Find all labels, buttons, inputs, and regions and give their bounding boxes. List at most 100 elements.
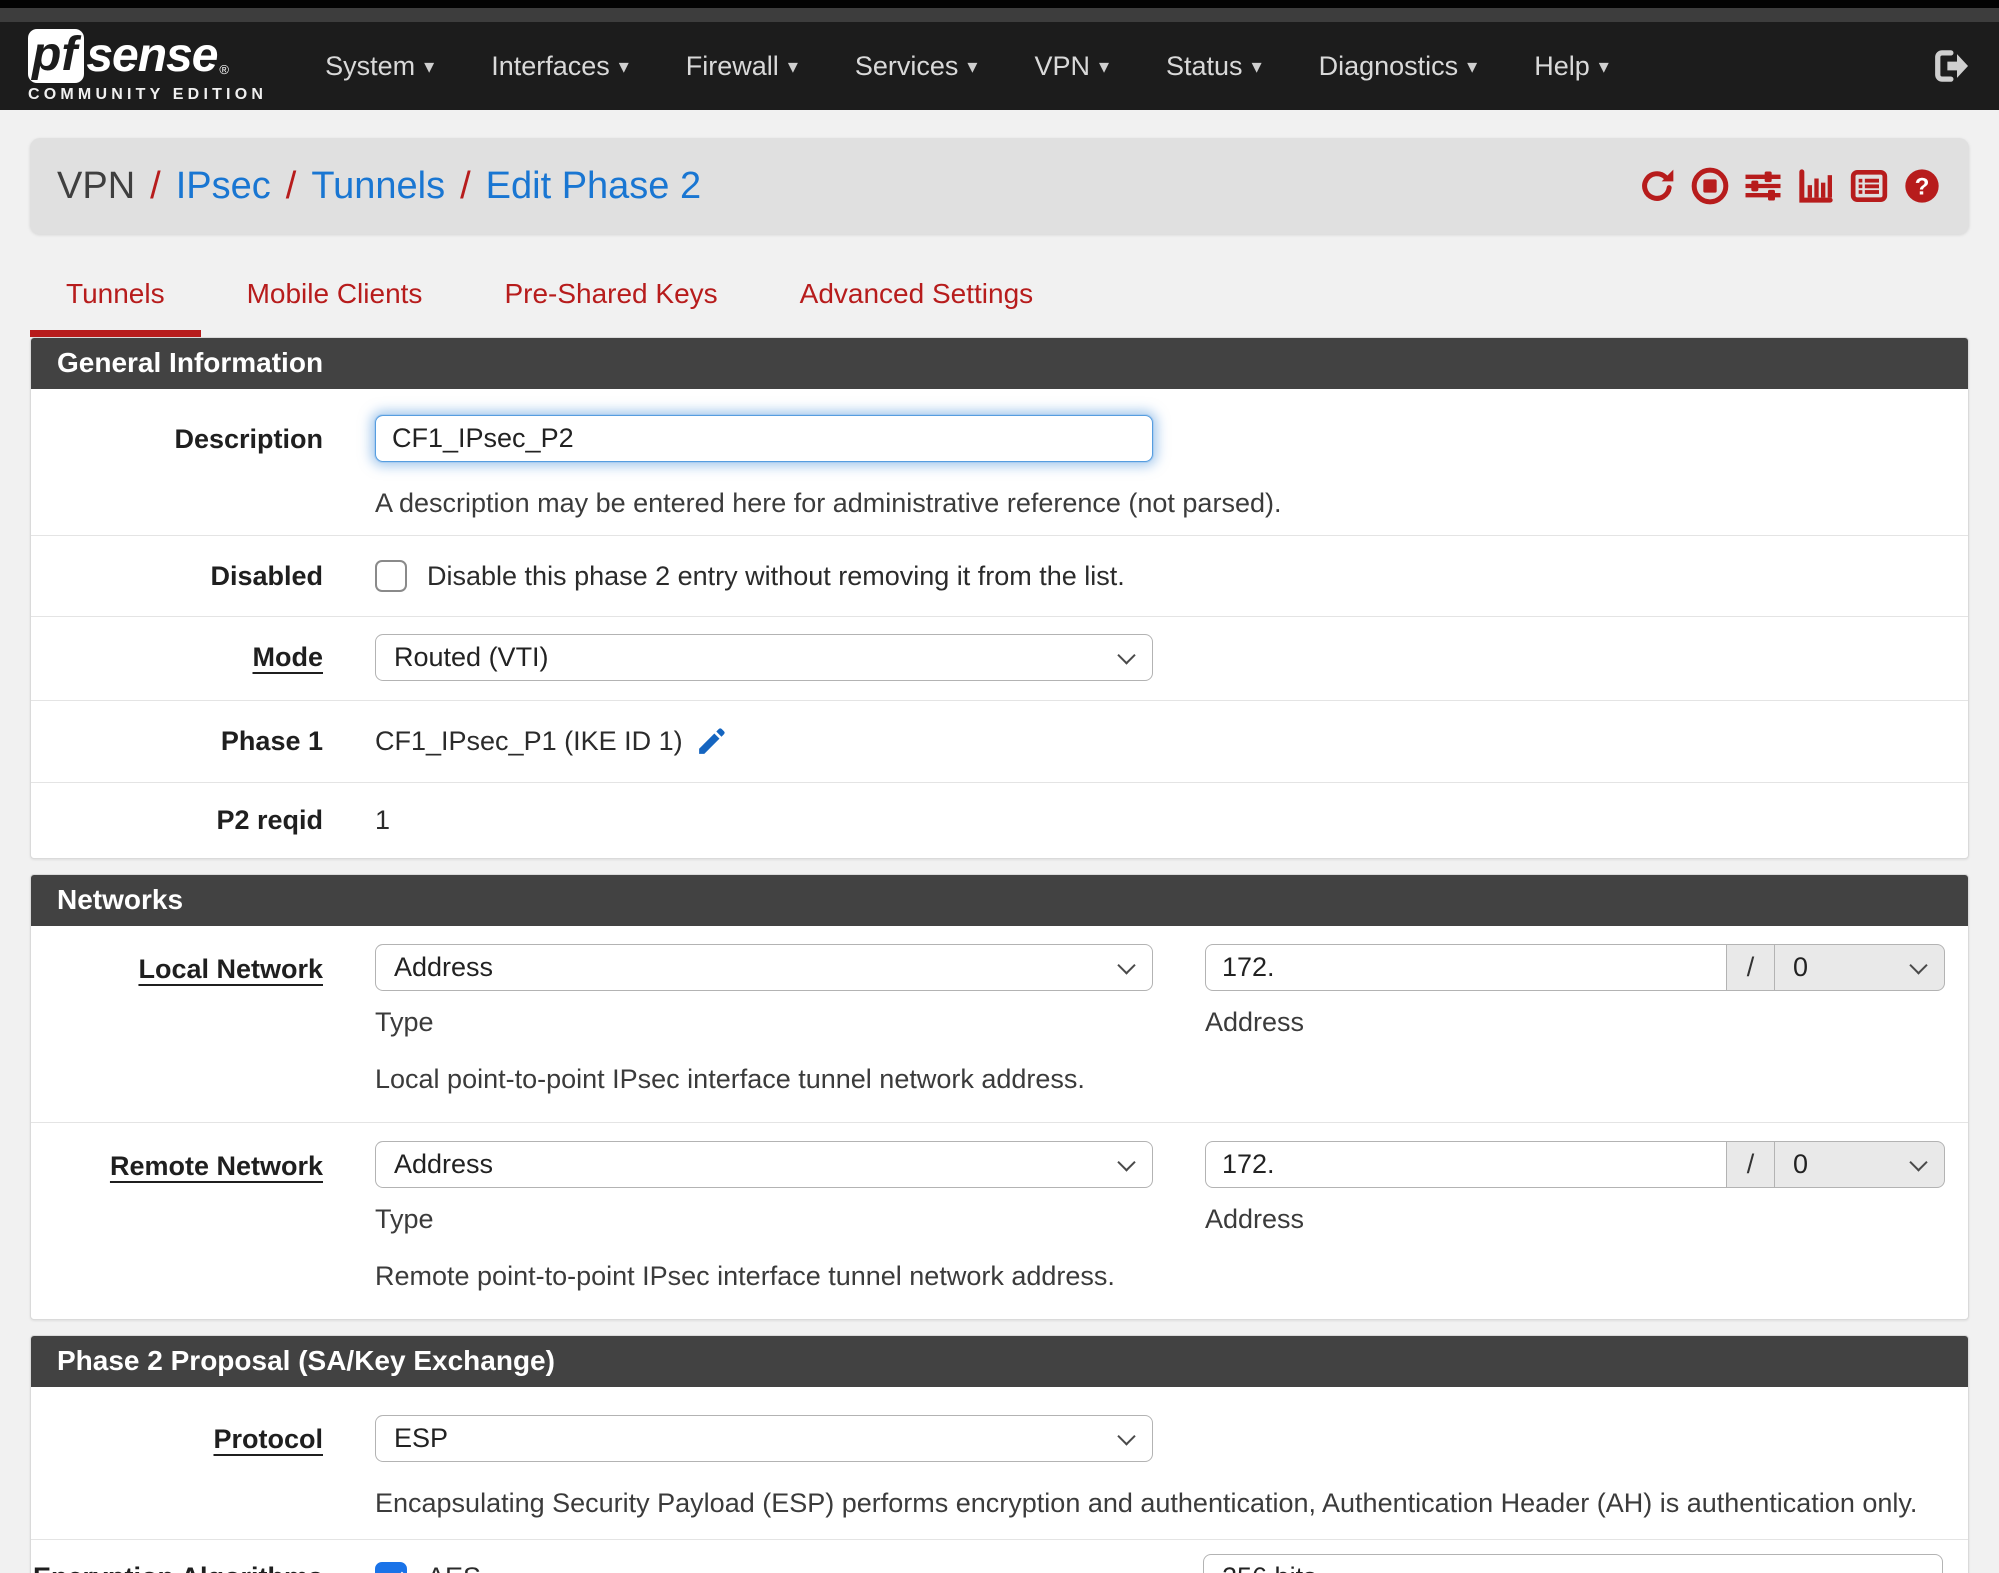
sign-out-icon[interactable] bbox=[1929, 45, 1971, 87]
navbar-menu: System ▾ Interfaces ▾ Firewall ▾ Service… bbox=[325, 51, 1609, 82]
remote-network-prefix-select[interactable]: 0 bbox=[1775, 1141, 1945, 1188]
window-title-strip bbox=[0, 8, 1999, 22]
nav-item-status[interactable]: Status ▾ bbox=[1166, 51, 1262, 82]
row-phase1: Phase 1 CF1_IPsec_P1 (IKE ID 1) bbox=[31, 700, 1968, 782]
local-network-address-caption: Address bbox=[1205, 1007, 1305, 1037]
p2-reqid-value: 1 bbox=[375, 805, 391, 835]
mode-label: Mode bbox=[252, 642, 324, 672]
page-tabs: Tunnels Mobile Clients Pre-Shared Keys A… bbox=[30, 268, 1969, 337]
stop-circle-icon[interactable] bbox=[1690, 166, 1730, 206]
sliders-icon[interactable] bbox=[1743, 166, 1783, 206]
section-title: Networks bbox=[31, 875, 1968, 926]
logo-subtitle: COMMUNITY EDITION bbox=[28, 86, 268, 103]
chevron-down-icon: ▾ bbox=[1251, 55, 1262, 78]
nav-item-diagnostics[interactable]: Diagnostics ▾ bbox=[1319, 51, 1478, 82]
protocol-select[interactable]: ESP bbox=[375, 1415, 1153, 1462]
logo-registered-mark: ® bbox=[219, 62, 230, 77]
remote-network-type-value: Address bbox=[394, 1149, 494, 1179]
protocol-help: Encapsulating Security Payload (ESP) per… bbox=[375, 1488, 1918, 1518]
chevron-down-icon bbox=[1909, 955, 1928, 975]
tab-pre-shared-keys[interactable]: Pre-Shared Keys bbox=[468, 268, 753, 337]
chevron-down-icon: ▾ bbox=[618, 55, 629, 78]
local-network-type-caption: Type bbox=[375, 1007, 434, 1037]
nav-item-vpn[interactable]: VPN ▾ bbox=[1034, 51, 1109, 82]
nav-item-label: VPN bbox=[1034, 50, 1090, 81]
p2-reqid-label: P2 reqid bbox=[216, 805, 323, 835]
disabled-checkbox[interactable] bbox=[375, 560, 407, 592]
breadcrumb-tunnels-link[interactable]: Tunnels bbox=[311, 165, 445, 208]
nav-item-system[interactable]: System ▾ bbox=[325, 51, 434, 82]
local-network-type-value: Address bbox=[394, 952, 494, 982]
nav-item-label: System bbox=[325, 50, 416, 81]
breadcrumb-separator: / bbox=[460, 164, 471, 207]
breadcrumb: VPN / IPsec / Tunnels / Edit Phase 2 bbox=[57, 165, 701, 208]
local-network-label: Local Network bbox=[138, 954, 323, 984]
row-disabled: Disabled Disable this phase 2 entry with… bbox=[31, 535, 1968, 616]
nav-item-label: Help bbox=[1534, 50, 1590, 81]
refresh-icon[interactable] bbox=[1637, 166, 1677, 206]
nav-item-services[interactable]: Services ▾ bbox=[855, 51, 978, 82]
nav-item-label: Firewall bbox=[685, 50, 779, 81]
aes-checkbox[interactable] bbox=[375, 1561, 407, 1573]
description-help: A description may be entered here for ad… bbox=[375, 488, 1282, 518]
breadcrumb-ipsec-link[interactable]: IPsec bbox=[176, 165, 271, 208]
disabled-checkbox-label: Disable this phase 2 entry without remov… bbox=[427, 560, 1125, 591]
bar-chart-icon[interactable] bbox=[1796, 166, 1836, 206]
chevron-down-icon bbox=[1909, 1152, 1928, 1172]
chevron-down-icon bbox=[1117, 1426, 1136, 1446]
local-network-help: Local point-to-point IPsec interface tun… bbox=[375, 1064, 1085, 1094]
nav-item-label: Interfaces bbox=[491, 50, 610, 81]
chevron-down-icon: ▾ bbox=[967, 55, 978, 78]
row-encryption-aes: Encryption Algorithms AES 256 bits bbox=[31, 1539, 1968, 1573]
breadcrumb-edit-phase2-link[interactable]: Edit Phase 2 bbox=[486, 165, 701, 208]
chevron-down-icon bbox=[1907, 1565, 1926, 1573]
remote-network-prefix-value: 0 bbox=[1793, 1149, 1809, 1179]
aes-keylen-select[interactable]: 256 bits bbox=[1203, 1554, 1943, 1573]
pfsense-logo[interactable]: pf sense ® COMMUNITY EDITION bbox=[28, 28, 267, 104]
mode-select-value: Routed (VTI) bbox=[394, 642, 549, 672]
local-network-slash-addon: / bbox=[1727, 944, 1775, 991]
disabled-label: Disabled bbox=[210, 560, 323, 591]
panel-phase2-proposal: Phase 2 Proposal (SA/Key Exchange) Proto… bbox=[30, 1335, 1969, 1573]
svg-text:?: ? bbox=[1915, 173, 1930, 200]
aes-keylen-value: 256 bits bbox=[1222, 1562, 1317, 1573]
nav-item-help[interactable]: Help ▾ bbox=[1534, 51, 1609, 82]
description-input[interactable] bbox=[375, 415, 1153, 462]
local-network-type-select[interactable]: Address bbox=[375, 944, 1153, 991]
nav-item-firewall[interactable]: Firewall ▾ bbox=[686, 51, 798, 82]
tab-mobile-clients[interactable]: Mobile Clients bbox=[211, 268, 459, 337]
remote-network-address-caption: Address bbox=[1205, 1204, 1305, 1234]
local-network-prefix-select[interactable]: 0 bbox=[1775, 944, 1945, 991]
phase1-value: CF1_IPsec_P1 (IKE ID 1) bbox=[375, 726, 683, 756]
remote-network-type-select[interactable]: Address bbox=[375, 1141, 1153, 1188]
protocol-label: Protocol bbox=[213, 1424, 323, 1454]
row-local-network: Local Network Address Type / 0 bbox=[31, 926, 1968, 1122]
mode-select[interactable]: Routed (VTI) bbox=[375, 634, 1153, 681]
logo-pf: pf bbox=[28, 28, 85, 83]
row-mode: Mode Routed (VTI) bbox=[31, 616, 1968, 700]
page-action-icons: ? bbox=[1637, 166, 1942, 206]
row-protocol: Protocol ESP Encapsulating Security Payl… bbox=[31, 1387, 1968, 1539]
top-navbar: pf sense ® COMMUNITY EDITION System ▾ In… bbox=[0, 22, 1999, 110]
tab-advanced-settings[interactable]: Advanced Settings bbox=[764, 268, 1070, 337]
nav-item-label: Diagnostics bbox=[1318, 50, 1459, 81]
local-network-address-input[interactable] bbox=[1205, 944, 1727, 991]
remote-network-slash-addon: / bbox=[1727, 1141, 1775, 1188]
log-list-icon[interactable] bbox=[1849, 166, 1889, 206]
row-description: Description A description may be entered… bbox=[31, 389, 1968, 535]
remote-network-address-input[interactable] bbox=[1205, 1141, 1727, 1188]
chevron-down-icon bbox=[1117, 645, 1136, 665]
chevron-down-icon: ▾ bbox=[1098, 55, 1110, 78]
row-remote-network: Remote Network Address Type / 0 bbox=[31, 1122, 1968, 1319]
edit-pencil-icon[interactable] bbox=[695, 725, 728, 758]
logo-sense: sense bbox=[86, 29, 218, 82]
section-title: Phase 2 Proposal (SA/Key Exchange) bbox=[31, 1336, 1968, 1387]
chevron-down-icon: ▾ bbox=[787, 55, 798, 78]
chevron-down-icon bbox=[1117, 955, 1136, 975]
nav-item-interfaces[interactable]: Interfaces ▾ bbox=[491, 51, 629, 82]
encryption-algorithms-label: Encryption Algorithms bbox=[31, 1562, 323, 1573]
tab-tunnels[interactable]: Tunnels bbox=[30, 268, 201, 337]
nav-item-label: Status bbox=[1166, 50, 1243, 81]
nav-item-label: Services bbox=[854, 50, 959, 81]
help-icon[interactable]: ? bbox=[1902, 166, 1942, 206]
